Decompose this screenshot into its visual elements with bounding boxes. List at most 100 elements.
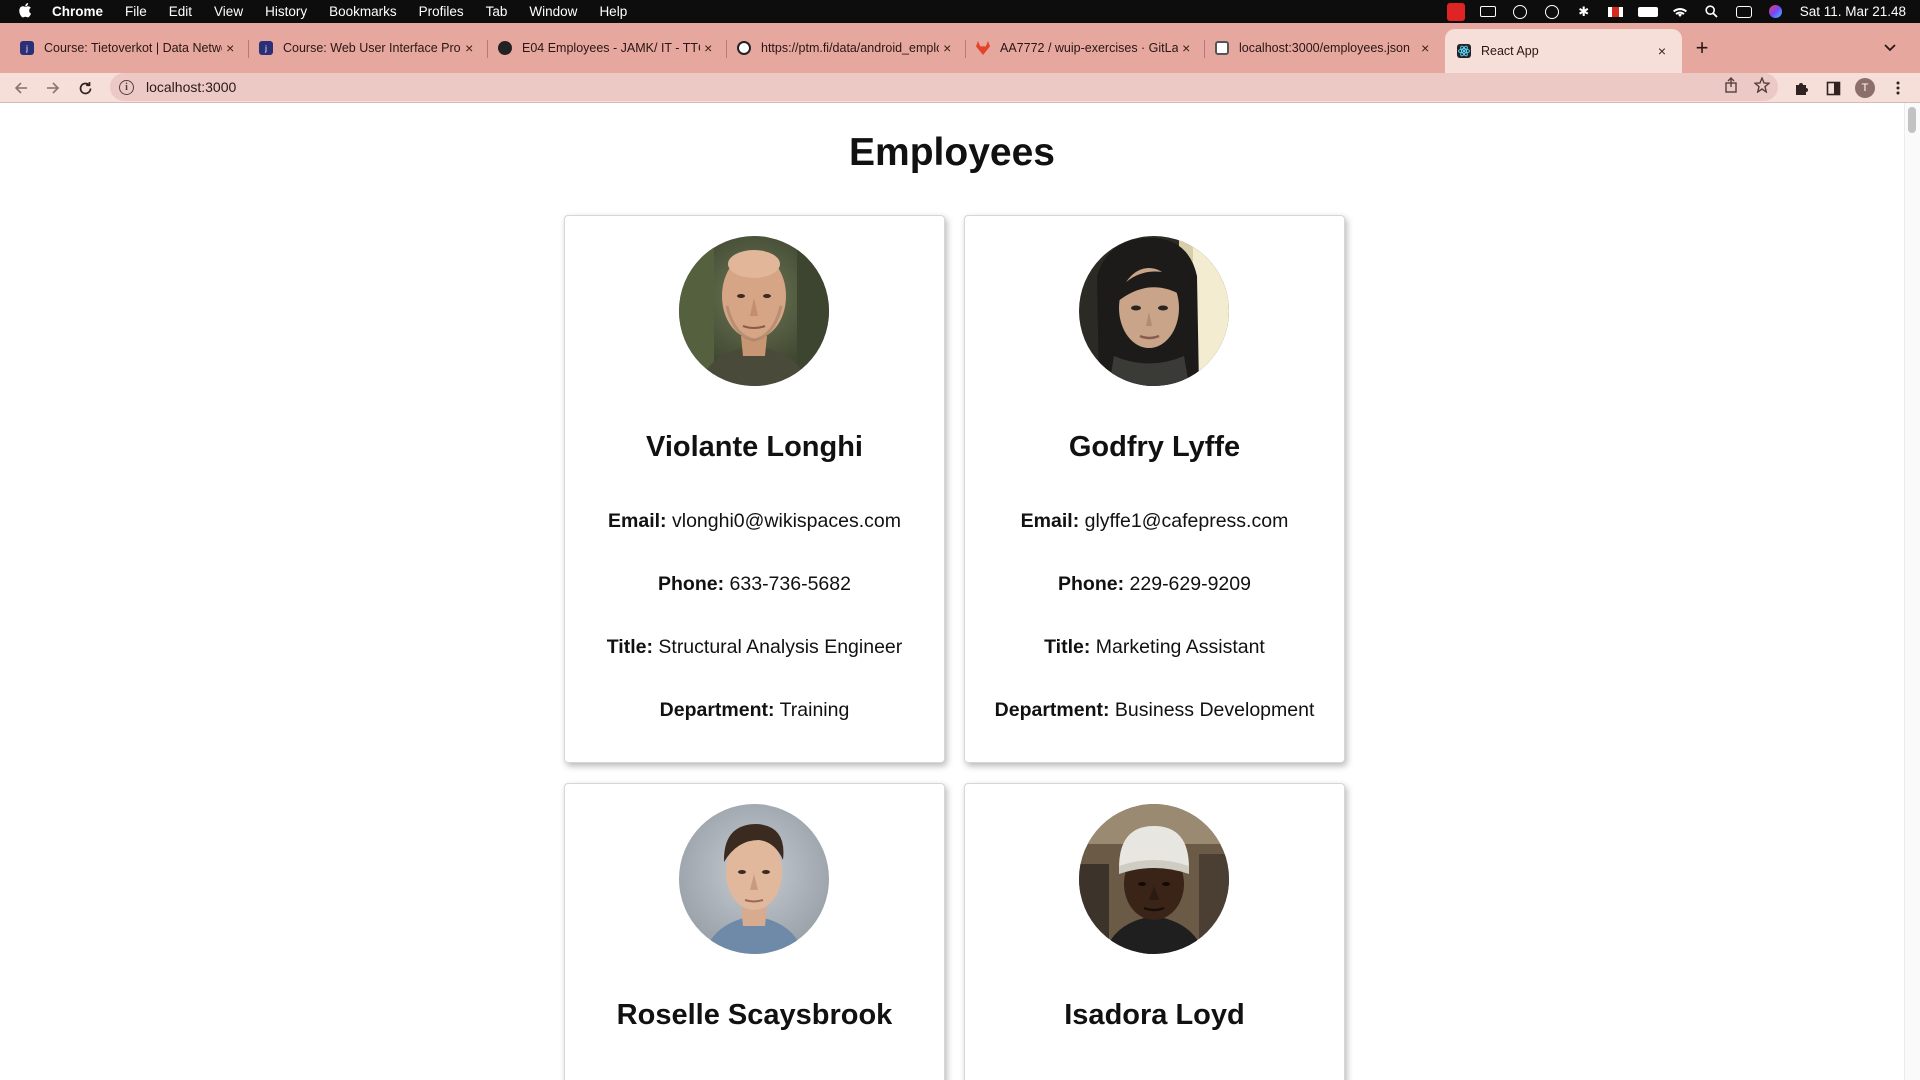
wifi-icon[interactable] [1664, 6, 1696, 18]
menu-edit[interactable]: Edit [158, 4, 203, 19]
page-scrollbar[interactable] [1904, 103, 1920, 1080]
employee-photo [679, 804, 829, 954]
menu-bookmarks[interactable]: Bookmarks [318, 4, 408, 19]
employee-phone: Phone: 229-629-9209 [965, 573, 1344, 596]
control-center-icon[interactable] [1728, 5, 1760, 18]
menubar-clock[interactable]: Sat 11. Mar 21.48 [1800, 4, 1906, 19]
back-button[interactable] [9, 76, 33, 100]
keyboard-icon[interactable] [1472, 6, 1504, 17]
employee-name: Godfry Lyffe [1068, 431, 1241, 463]
page-icon [1215, 41, 1229, 55]
macos-menu-bar: Chrome File Edit View History Bookmarks … [0, 0, 1920, 23]
tab-title: E04 Employees - JAMK/ IT - TTC [522, 41, 701, 55]
forward-button[interactable] [41, 76, 65, 100]
title-label: Title: [1044, 636, 1091, 658]
tab-search-chevron-icon[interactable] [1884, 39, 1896, 55]
scrollbar-thumb[interactable] [1908, 107, 1916, 133]
employee-card: Violante Longhi Email: vlonghi0@wikispac… [564, 215, 945, 763]
apple-menu-icon[interactable] [0, 2, 50, 22]
close-icon[interactable]: × [1417, 40, 1433, 56]
tab-course-data-networks[interactable]: j Course: Tietoverkot | Data Networks × [20, 36, 238, 60]
status-area: ✱ Sat 11. Mar 21.48 [1440, 0, 1906, 23]
tab-react-app[interactable]: React App × [1445, 29, 1682, 73]
page-viewport: Employees Violante Longhi Email: vlonghi… [0, 103, 1920, 1080]
tab-separator [965, 40, 966, 58]
phone-value: 633-736-5682 [729, 573, 851, 595]
tab-e04-employees[interactable]: E04 Employees - JAMK/ IT - TTC × [498, 36, 716, 60]
search-icon[interactable] [1696, 5, 1728, 18]
kebab-menu-icon[interactable] [1888, 78, 1908, 98]
phone-label: Phone: [1058, 573, 1125, 595]
employee-card: Godfry Lyffe Email: glyffe1@cafepress.co… [964, 215, 1345, 763]
department-value: Training [779, 699, 850, 721]
menu-tab[interactable]: Tab [475, 4, 519, 19]
menu-profiles[interactable]: Profiles [408, 4, 475, 19]
tab-title: https://ptm.fi/data/android_employees [761, 41, 939, 55]
bluetooth-icon[interactable]: ✱ [1568, 4, 1600, 20]
employee-name: Roselle Scaysbrook [616, 999, 893, 1031]
timer-icon[interactable] [1536, 4, 1568, 19]
close-icon[interactable]: × [222, 40, 238, 56]
department-value: Business Development [1114, 699, 1315, 721]
site-info-icon[interactable]: i [119, 79, 134, 95]
flag-icon[interactable] [1600, 6, 1632, 17]
address-bar[interactable]: i localhost:3000 [110, 73, 1778, 101]
tab-employees-json[interactable]: localhost:3000/employees.json × [1215, 36, 1433, 60]
battery-icon[interactable] [1632, 6, 1664, 17]
menu-help[interactable]: Help [588, 4, 638, 19]
title-value: Marketing Assistant [1095, 636, 1265, 658]
close-icon[interactable]: × [700, 40, 716, 56]
tab-ptm-data[interactable]: https://ptm.fi/data/android_employees × [737, 36, 955, 60]
email-label: Email: [608, 510, 667, 532]
side-panel-icon[interactable] [1823, 78, 1843, 98]
close-icon[interactable]: × [939, 40, 955, 56]
extensions-puzzle-icon[interactable] [1791, 78, 1811, 98]
tab-title: Course: Tietoverkot | Data Networks [44, 41, 222, 55]
employee-email: Email: vlonghi0@wikispaces.com [565, 510, 944, 533]
address-bar-url[interactable]: localhost:3000 [146, 79, 236, 95]
jamk-icon: j [20, 41, 34, 55]
employee-title: Title: Marketing Assistant [965, 636, 1344, 659]
github-icon [498, 41, 512, 55]
menu-history[interactable]: History [254, 4, 318, 19]
tab-separator [1204, 40, 1205, 58]
employee-card: Isadora Loyd [964, 783, 1345, 1080]
new-tab-button[interactable]: + [1690, 37, 1714, 59]
employee-department: Department: Business Development [965, 699, 1344, 722]
employee-email: Email: glyffe1@cafepress.com [965, 510, 1344, 533]
department-label: Department: [659, 699, 775, 721]
browser-toolbar: i localhost:3000 T [0, 73, 1920, 103]
menu-file[interactable]: File [114, 4, 158, 19]
globe-icon [737, 41, 751, 55]
employee-name: Violante Longhi [646, 431, 863, 463]
menu-window[interactable]: Window [518, 4, 588, 19]
email-value: glyffe1@cafepress.com [1084, 510, 1289, 532]
tab-gitlab[interactable]: AA7772 / wuip-exercises · GitLab × [976, 36, 1194, 60]
tab-title: AA7772 / wuip-exercises · GitLab [1000, 41, 1179, 55]
close-icon[interactable]: × [461, 40, 477, 56]
share-icon[interactable] [1724, 77, 1738, 97]
employee-name: Isadora Loyd [1064, 999, 1245, 1031]
siri-icon[interactable] [1760, 5, 1792, 18]
tab-course-web-ui[interactable]: j Course: Web User Interface Programming… [259, 36, 477, 60]
tab-separator [487, 40, 488, 58]
app-status-icon[interactable] [1440, 2, 1472, 21]
gitlab-icon [976, 41, 990, 55]
title-label: Title: [606, 636, 653, 658]
employee-photo [1079, 236, 1229, 386]
play-icon[interactable] [1504, 4, 1536, 19]
menu-view[interactable]: View [203, 4, 254, 19]
phone-label: Phone: [658, 573, 725, 595]
employee-photo [679, 236, 829, 386]
profile-avatar[interactable]: T [1855, 78, 1875, 98]
tab-separator [248, 40, 249, 58]
tab-title: React App [1481, 44, 1539, 58]
menu-app-name[interactable]: Chrome [50, 4, 114, 19]
reload-button[interactable] [73, 76, 97, 100]
tab-strip: j Course: Tietoverkot | Data Networks × … [0, 23, 1920, 73]
employee-title: Title: Structural Analysis Engineer [565, 636, 944, 659]
close-icon[interactable]: × [1178, 40, 1194, 56]
bookmark-star-icon[interactable] [1753, 76, 1771, 97]
title-value: Structural Analysis Engineer [658, 636, 903, 658]
close-icon[interactable]: × [1654, 43, 1670, 59]
